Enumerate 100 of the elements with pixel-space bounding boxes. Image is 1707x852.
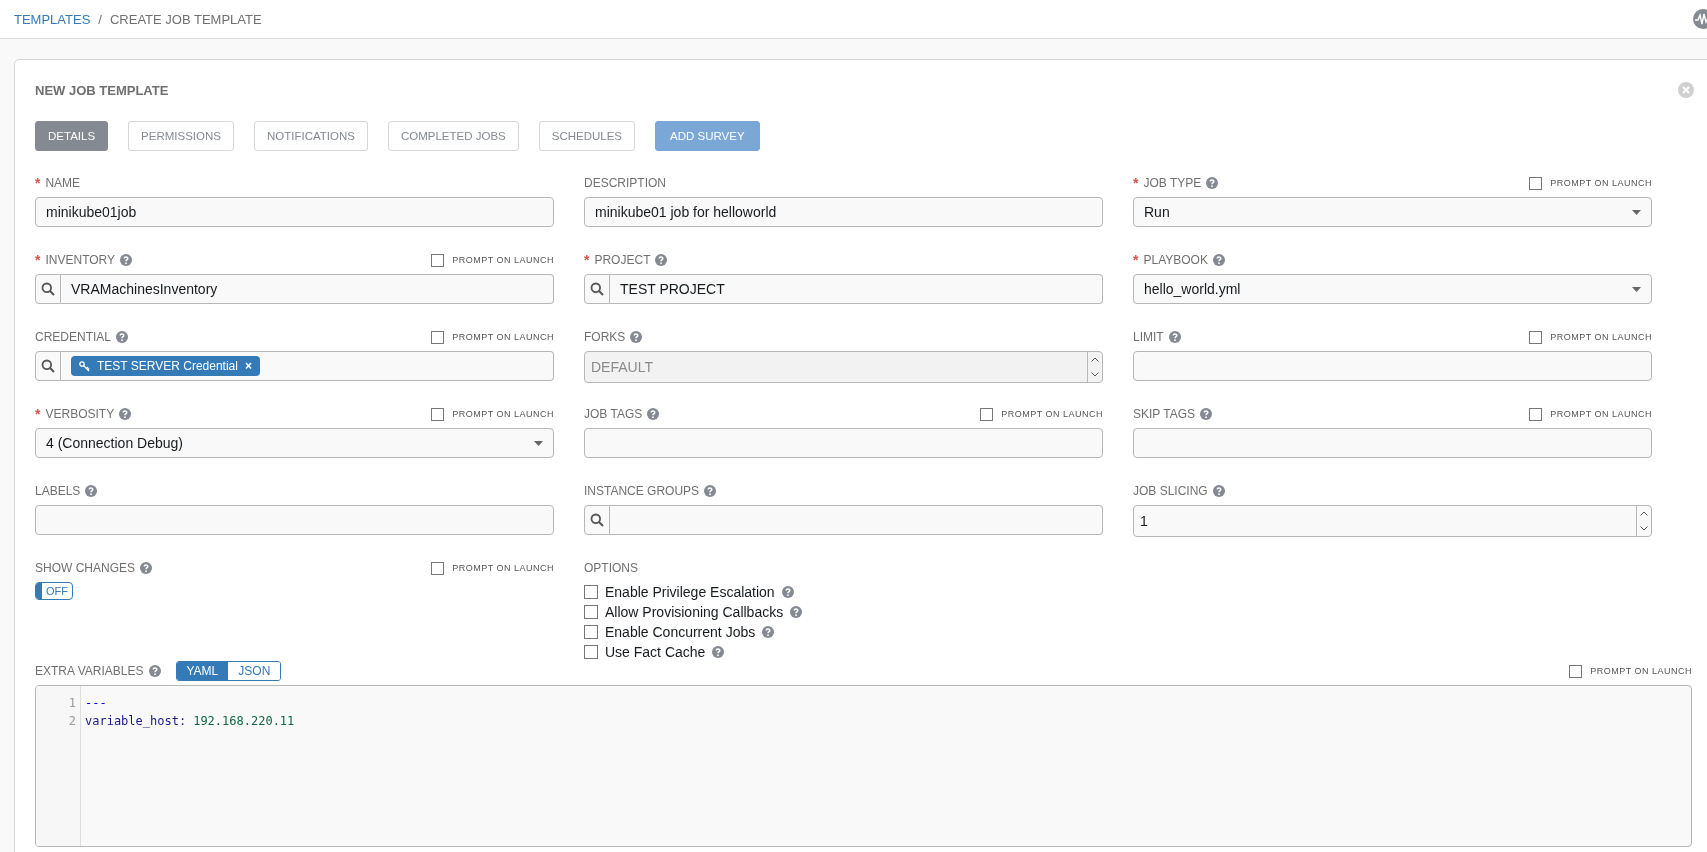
breadcrumb-link[interactable]: TEMPLATES — [14, 11, 91, 27]
help-icon[interactable] — [140, 562, 152, 574]
help-icon[interactable] — [116, 331, 128, 343]
required-mark: * — [1133, 252, 1139, 268]
help-icon[interactable] — [655, 254, 668, 266]
code-line: --- — [85, 695, 108, 712]
field-label: INVENTORY — [45, 253, 116, 267]
tab[interactable]: NOTIFICATIONS — [253, 121, 368, 151]
option-checkbox[interactable] — [584, 585, 598, 599]
help-icon[interactable] — [647, 408, 660, 420]
text-field[interactable] — [1133, 351, 1652, 381]
select-field[interactable]: Run — [1133, 197, 1652, 227]
prompt-label: PROMPT ON LAUNCH — [1590, 666, 1692, 676]
lookup-field[interactable]: TEST SERVER Credential × — [61, 351, 554, 381]
caret-icon — [534, 440, 543, 446]
help-icon[interactable] — [120, 254, 133, 266]
select-field[interactable]: 4 (Connection Debug) — [35, 428, 554, 458]
field-label: JOB TYPE — [1143, 176, 1202, 190]
required-mark: * — [35, 406, 41, 422]
field-label: JOB SLICING — [1133, 484, 1208, 498]
add-survey-button[interactable]: ADD SURVEY — [655, 121, 760, 151]
field-label: PLAYBOOK — [1143, 253, 1208, 267]
help-icon[interactable] — [1212, 485, 1225, 497]
help-icon[interactable] — [762, 626, 775, 638]
search-icon — [41, 359, 55, 373]
option-checkbox[interactable] — [584, 645, 598, 659]
help-icon[interactable] — [148, 665, 161, 677]
caret-icon — [1632, 209, 1641, 215]
help-icon[interactable] — [1168, 331, 1181, 343]
tab[interactable]: PERMISSIONS — [128, 121, 234, 151]
search-icon — [41, 282, 55, 296]
field-label: SKIP TAGS — [1133, 407, 1196, 421]
required-mark: * — [1133, 175, 1139, 191]
search-button[interactable] — [584, 274, 610, 304]
search-icon — [590, 282, 604, 296]
prompt-checkbox[interactable] — [431, 253, 445, 267]
help-icon[interactable] — [1206, 177, 1219, 189]
field-label: CREDENTIAL — [35, 330, 111, 344]
prompt-checkbox[interactable] — [980, 407, 994, 421]
help-icon[interactable] — [1212, 254, 1225, 266]
help-icon[interactable] — [119, 408, 132, 420]
card-title: NEW JOB TEMPLATE — [35, 82, 169, 98]
prompt-label: PROMPT ON LAUNCH — [1550, 409, 1652, 419]
activity-stream-icon[interactable] — [1693, 9, 1707, 29]
tab[interactable]: DETAILS — [35, 121, 109, 151]
remove-tag-button[interactable]: × — [244, 359, 252, 373]
tag-label: TEST SERVER Credential — [97, 359, 238, 373]
tab[interactable]: COMPLETED JOBS — [387, 121, 519, 151]
text-field[interactable] — [35, 505, 554, 535]
search-button[interactable] — [35, 274, 61, 304]
prompt-label: PROMPT ON LAUNCH — [452, 332, 554, 342]
lookup-field[interactable]: VRAMachinesInventory — [61, 274, 554, 304]
help-icon[interactable] — [704, 485, 717, 497]
option-label: Allow Provisioning Callbacks — [605, 604, 784, 620]
field-label: FORKS — [584, 330, 626, 344]
option-checkbox[interactable] — [584, 625, 598, 639]
prompt-label: PROMPT ON LAUNCH — [452, 409, 554, 419]
lookup-field[interactable] — [610, 505, 1103, 535]
field-label: OPTIONS — [584, 561, 638, 575]
select-field[interactable]: hello_world.yml — [1133, 274, 1652, 304]
text-field[interactable]: minikube01 job for helloworld — [584, 197, 1103, 227]
search-button[interactable] — [584, 505, 610, 535]
field-label: PROJECT — [594, 253, 651, 267]
lookup-field[interactable]: TEST PROJECT — [610, 274, 1103, 304]
code-editor[interactable]: 1 2 --- variable_host: 192.168.220.11 — [35, 685, 1692, 847]
caret-icon — [1632, 286, 1641, 292]
field-label: INSTANCE GROUPS — [584, 484, 700, 498]
line-number: 2 — [68, 713, 76, 730]
prompt-checkbox[interactable] — [1529, 176, 1543, 190]
help-icon[interactable] — [712, 646, 725, 658]
prompt-checkbox[interactable] — [431, 407, 445, 421]
field-label: EXTRA VARIABLES — [35, 664, 144, 678]
field-label: SHOW CHANGES — [35, 561, 135, 575]
required-mark: * — [35, 252, 41, 268]
option-checkbox[interactable] — [584, 605, 598, 619]
option-label: Enable Privilege Escalation — [605, 584, 775, 600]
breadcrumb-separator: / — [98, 11, 102, 27]
prompt-checkbox[interactable] — [1529, 330, 1543, 344]
format-toggle[interactable]: YAML — [176, 662, 229, 680]
toggle-switch[interactable]: OFF — [35, 582, 73, 600]
prompt-checkbox[interactable] — [1529, 407, 1543, 421]
help-icon[interactable] — [1200, 408, 1213, 420]
help-icon[interactable] — [790, 606, 803, 618]
field-label: NAME — [45, 176, 81, 190]
option-label: Enable Concurrent Jobs — [605, 624, 756, 640]
text-field[interactable] — [584, 428, 1103, 458]
help-icon[interactable] — [85, 485, 98, 497]
text-field[interactable]: minikube01job — [35, 197, 554, 227]
breadcrumb-current: CREATE JOB TEMPLATE — [109, 11, 262, 27]
tab[interactable]: SCHEDULES — [538, 121, 636, 151]
prompt-checkbox[interactable] — [431, 561, 445, 575]
field-label: LIMIT — [1133, 330, 1164, 344]
required-mark: * — [584, 252, 590, 268]
prompt-checkbox[interactable] — [1569, 664, 1583, 678]
field-label: VERBOSITY — [45, 407, 115, 421]
text-field[interactable] — [1133, 428, 1652, 458]
prompt-label: PROMPT ON LAUNCH — [452, 255, 554, 265]
search-button[interactable] — [35, 351, 61, 381]
help-icon[interactable] — [781, 586, 794, 598]
prompt-checkbox[interactable] — [431, 330, 445, 344]
